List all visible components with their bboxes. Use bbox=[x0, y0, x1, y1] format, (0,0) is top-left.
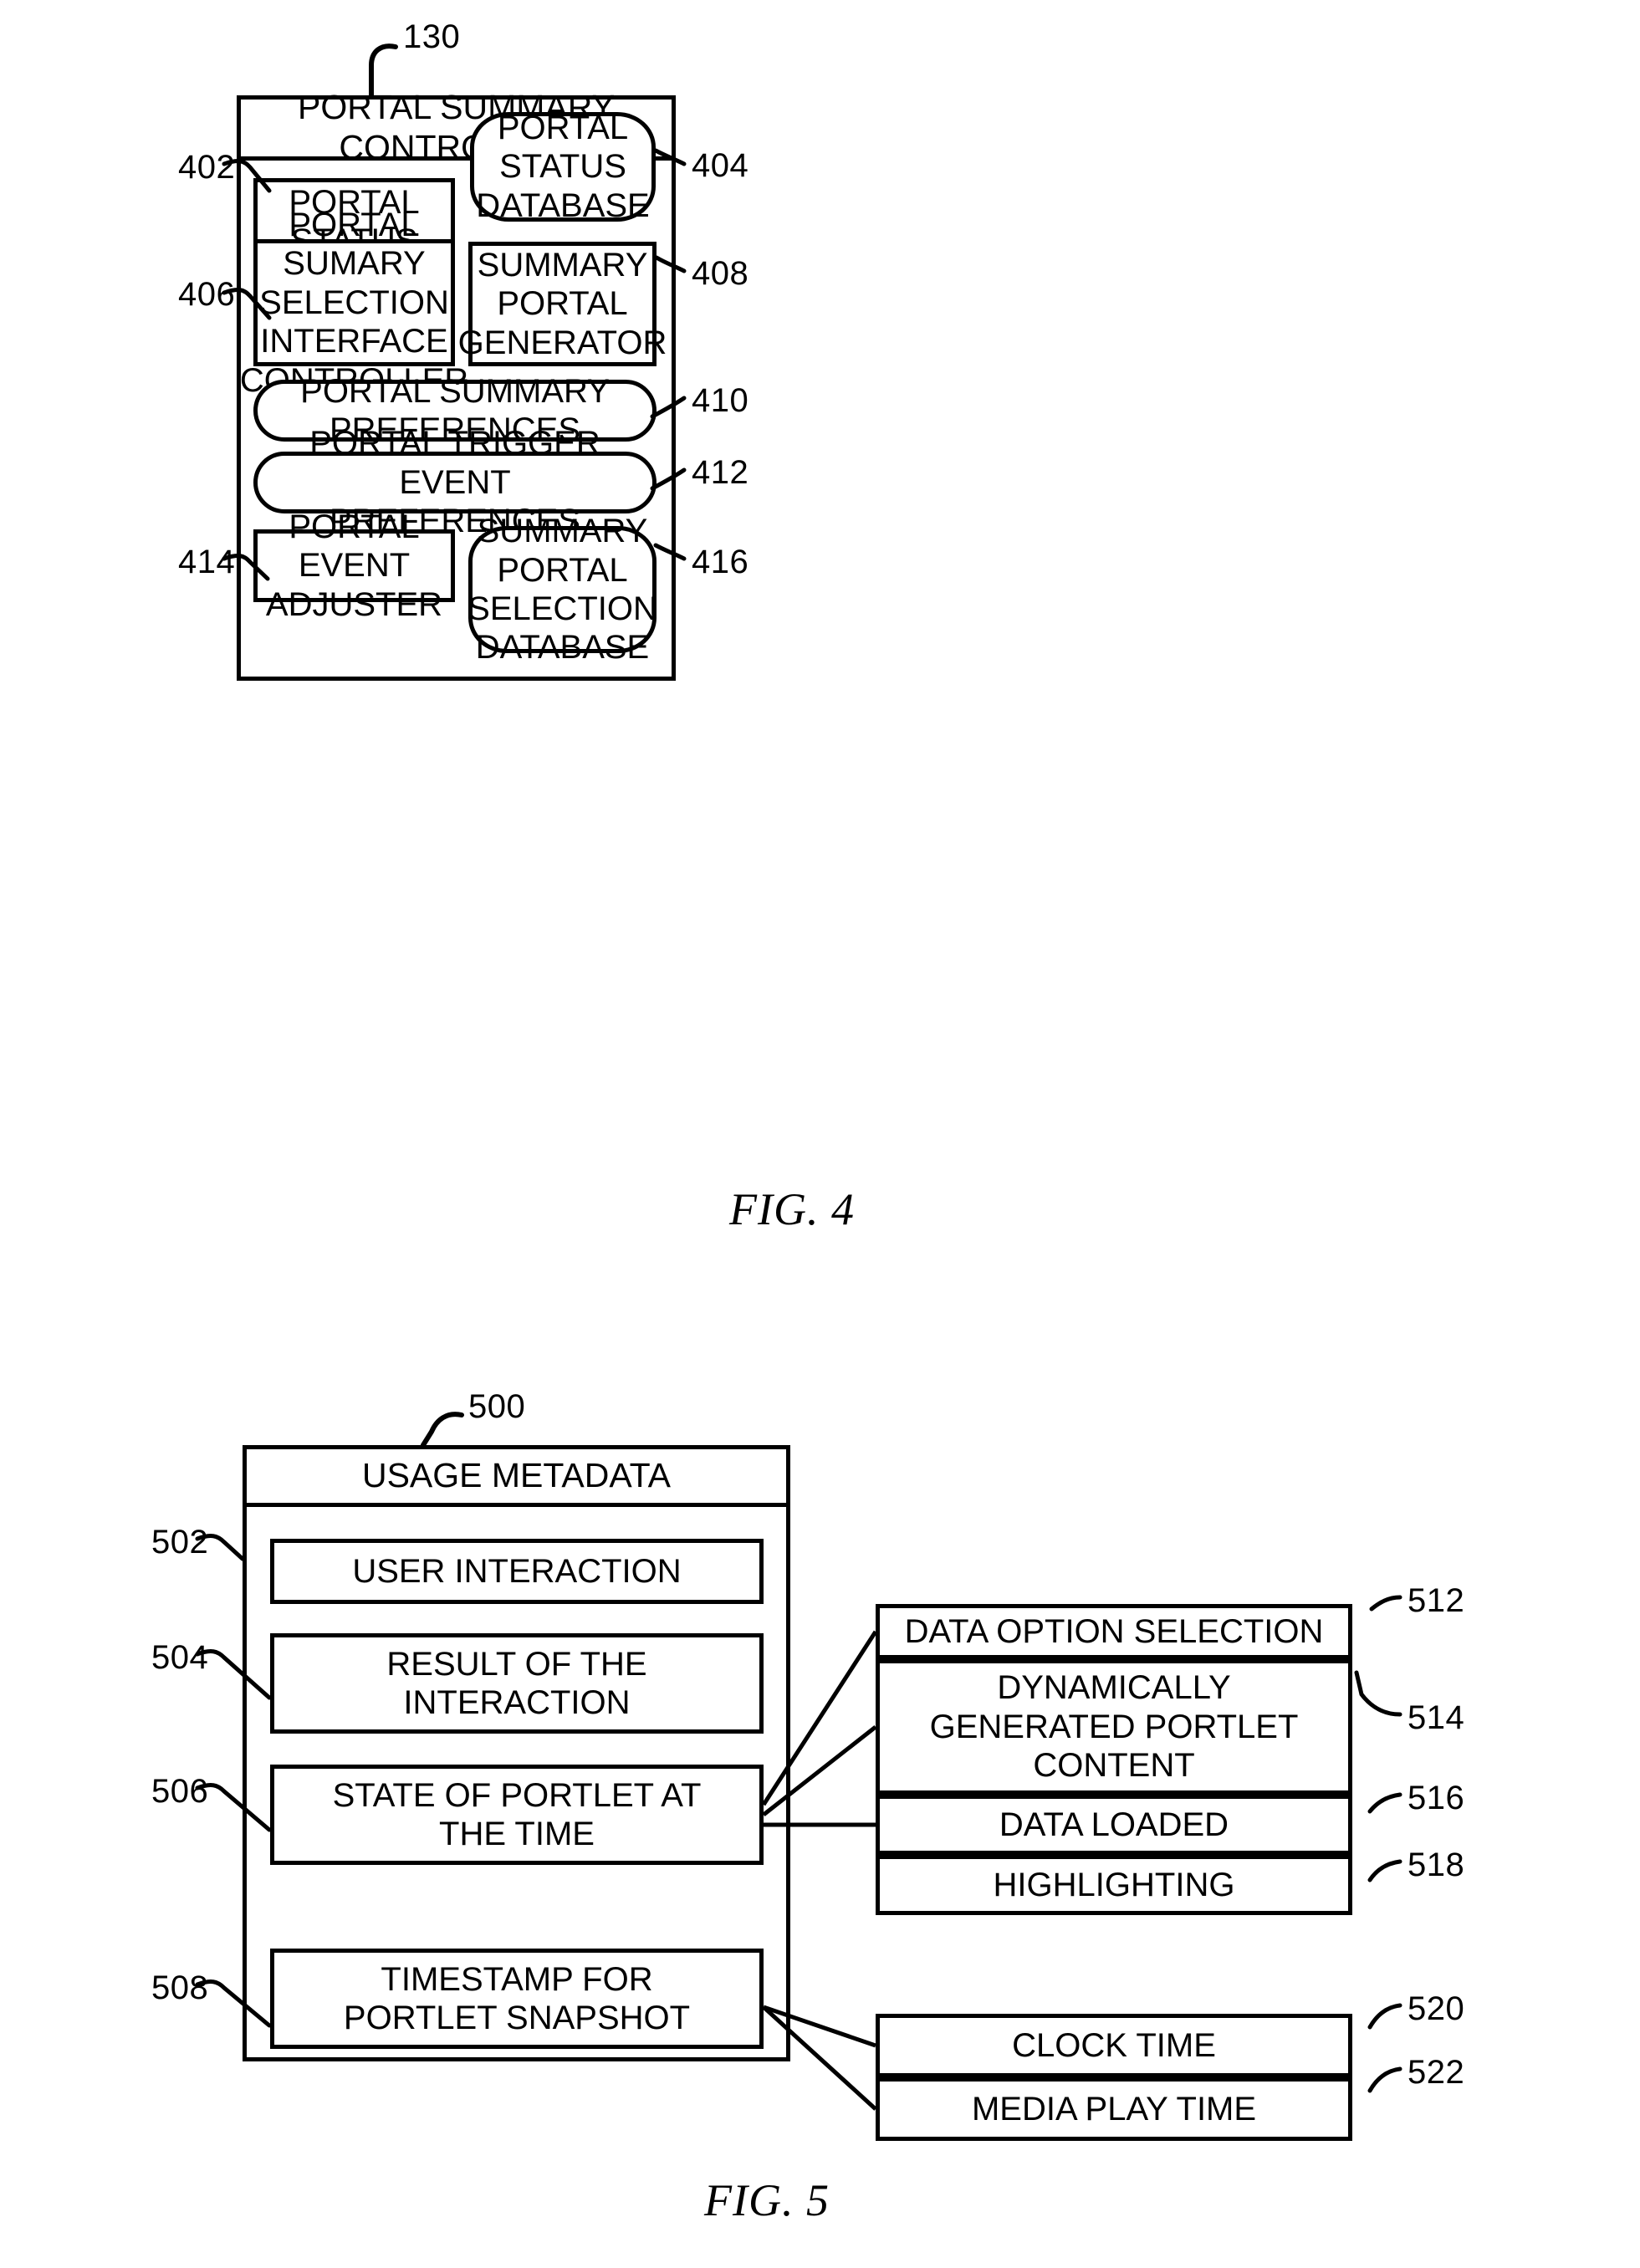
reference-numeral-504: 504 bbox=[151, 1639, 209, 1676]
block-highlighting: HIGHLIGHTING bbox=[876, 1855, 1352, 1915]
block-portal-summary-selection-interface-controller: PORTAL SUMARYSELECTIONINTERFACECONTROLLE… bbox=[240, 207, 468, 399]
block-data-loaded: DATA LOADED bbox=[876, 1795, 1352, 1855]
usage-metadata-title: USAGE METADATA bbox=[361, 1456, 672, 1495]
block-portal-status-database: PORTAL STATUS DATABASE bbox=[470, 109, 656, 224]
reference-numeral-514: 514 bbox=[1408, 1699, 1465, 1736]
block-dynamically-generated-portlet-content-label: DYNAMICALLY GENERATED PORTLET CONTENT bbox=[929, 1669, 1299, 1785]
reference-numeral-406: 406 bbox=[178, 276, 236, 313]
reference-numeral-506: 506 bbox=[151, 1773, 209, 1810]
block-timestamp-for-portlet-snapshot: TIMESTAMP FOR PORTLET SNAPSHOT bbox=[270, 1949, 764, 2049]
block-media-play-time: MEDIA PLAY TIME bbox=[876, 2077, 1352, 2141]
block-portal-event-adjuster-label: PORTAL EVENT ADJUSTER bbox=[265, 508, 443, 623]
reference-numeral-404: 404 bbox=[692, 147, 749, 184]
figure-4-caption: FIG. 4 bbox=[729, 1184, 855, 1234]
block-dynamically-generated-portlet-content: DYNAMICALLY GENERATED PORTLET CONTENT bbox=[876, 1659, 1352, 1795]
block-summary-portal-selection-database: SUMMARY PORTAL SELECTION DATABASE bbox=[467, 513, 657, 666]
block-clock-time-label: CLOCK TIME bbox=[1012, 2026, 1216, 2064]
block-user-interaction: USER INTERACTION bbox=[270, 1539, 764, 1604]
reference-numeral-500: 500 bbox=[468, 1388, 526, 1425]
block-user-interaction-label: USER INTERACTION bbox=[352, 1552, 682, 1590]
leader-520 bbox=[1367, 2003, 1402, 2030]
reference-numeral-518: 518 bbox=[1408, 1847, 1465, 1883]
reference-numeral-414: 414 bbox=[178, 544, 236, 580]
block-clock-time: CLOCK TIME bbox=[876, 2014, 1352, 2077]
block-state-of-portlet-label: STATE OF PORTLET AT THE TIME bbox=[332, 1776, 702, 1852]
leader-522 bbox=[1367, 2066, 1402, 2093]
block-media-play-time-label: MEDIA PLAY TIME bbox=[971, 2090, 1257, 2128]
patent-drawing-sheet: 130 PORTAL SUMMARY CONTROLLER PORTAL STA… bbox=[0, 0, 1640, 2268]
reference-numeral-522: 522 bbox=[1408, 2054, 1465, 2091]
reference-numeral-410: 410 bbox=[692, 382, 749, 419]
block-data-option-selection: DATA OPTION SELECTION bbox=[876, 1604, 1352, 1659]
leader-512 bbox=[1369, 1595, 1402, 1612]
block-result-of-the-interaction-label: RESULT OF THE INTERACTION bbox=[386, 1645, 647, 1721]
block-data-loaded-label: DATA LOADED bbox=[999, 1806, 1229, 1843]
block-state-of-portlet: STATE OF PORTLET AT THE TIME bbox=[270, 1765, 764, 1865]
leader-500 bbox=[421, 1412, 464, 1448]
reference-numeral-508: 508 bbox=[151, 1969, 209, 2006]
reference-numeral-412: 412 bbox=[692, 454, 749, 491]
block-portal-trigger-event-preferences: PORTAL TRIGGER EVENT PREFERENCES bbox=[253, 425, 657, 539]
block-portal-event-adjuster: PORTAL EVENT ADJUSTER bbox=[253, 508, 455, 623]
block-data-option-selection-label: DATA OPTION SELECTION bbox=[904, 1612, 1324, 1650]
reference-numeral-516: 516 bbox=[1408, 1780, 1465, 1816]
reference-numeral-408: 408 bbox=[692, 255, 749, 292]
block-summary-portal-selection-database-label: SUMMARY PORTAL SELECTION DATABASE bbox=[467, 513, 657, 667]
block-highlighting-label: HIGHLIGHTING bbox=[993, 1866, 1235, 1903]
reference-numeral-502: 502 bbox=[151, 1524, 209, 1561]
block-summary-portal-generator: SUMMARY PORTAL GENERATOR bbox=[458, 242, 667, 366]
block-summary-portal-generator-label: SUMMARY PORTAL GENERATOR bbox=[457, 246, 667, 361]
reference-numeral-520: 520 bbox=[1408, 1990, 1465, 2027]
block-portal-summary-selection-interface-controller-label: PORTAL SUMARYSELECTIONINTERFACECONTROLLE… bbox=[240, 207, 468, 399]
block-portal-status-database-label: PORTAL STATUS DATABASE bbox=[476, 109, 650, 224]
leader-516 bbox=[1367, 1792, 1402, 1814]
leader-514 bbox=[1354, 1670, 1402, 1717]
figure-5-caption: FIG. 5 bbox=[704, 2175, 830, 2225]
reference-numeral-402: 402 bbox=[178, 149, 236, 186]
leader-518 bbox=[1367, 1859, 1402, 1882]
usage-metadata-title-bar: USAGE METADATA bbox=[243, 1445, 790, 1507]
reference-numeral-416: 416 bbox=[692, 544, 749, 580]
block-timestamp-for-portlet-snapshot-label: TIMESTAMP FOR PORTLET SNAPSHOT bbox=[343, 1960, 691, 2036]
reference-numeral-512: 512 bbox=[1408, 1582, 1465, 1619]
block-result-of-the-interaction: RESULT OF THE INTERACTION bbox=[270, 1633, 764, 1734]
reference-numeral-130: 130 bbox=[403, 18, 461, 55]
